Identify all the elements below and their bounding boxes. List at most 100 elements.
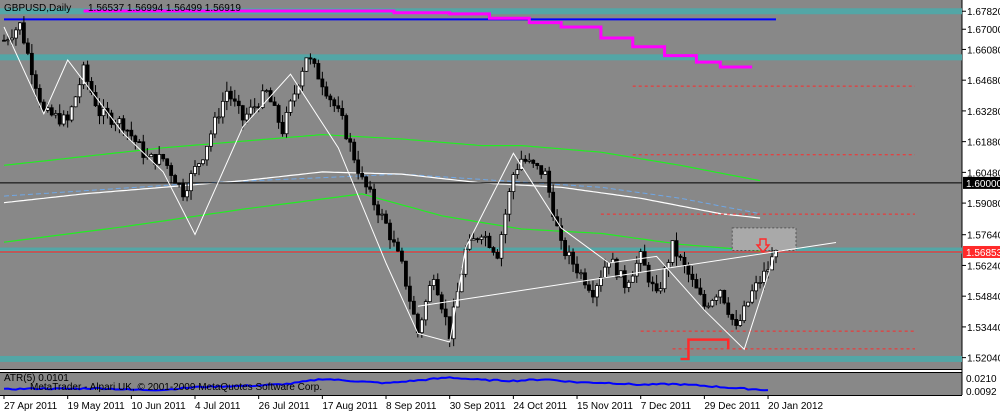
candle-body bbox=[232, 98, 237, 102]
teal-band-2 bbox=[0, 247, 962, 254]
candle-body bbox=[571, 251, 575, 265]
candle-body bbox=[746, 301, 751, 307]
candle-body bbox=[240, 105, 245, 121]
candle-body bbox=[304, 57, 309, 72]
candle-body bbox=[49, 107, 54, 116]
candle-body bbox=[483, 235, 488, 238]
candle-body bbox=[714, 296, 719, 301]
candle-body bbox=[224, 90, 229, 102]
candle-body bbox=[161, 154, 166, 160]
candle-body bbox=[149, 154, 154, 158]
candle-body bbox=[706, 305, 711, 308]
date-tick-label: 10 Jun 2011 bbox=[131, 401, 186, 412]
candle-body bbox=[33, 74, 38, 89]
candle-body bbox=[137, 141, 142, 144]
price-chart[interactable]: 1.67820 1.67000 1.66080 1.64680 1.63280 1.618… bbox=[0, 0, 1000, 412]
candle-body bbox=[364, 176, 369, 188]
candle-body bbox=[439, 294, 444, 310]
candle bbox=[344, 113, 349, 141]
price-tick-label: 1.66080 bbox=[967, 45, 1000, 56]
candle-body bbox=[718, 289, 723, 298]
date-tick-label: 17 Aug 2011 bbox=[322, 401, 378, 412]
candle-body bbox=[622, 270, 627, 288]
candle-body bbox=[392, 239, 396, 243]
candle-body bbox=[356, 159, 361, 174]
candle-body bbox=[300, 70, 305, 87]
candle-body bbox=[618, 270, 623, 278]
candle-body bbox=[320, 78, 325, 88]
candle-body bbox=[220, 100, 225, 118]
candle-body bbox=[328, 95, 333, 101]
candle-body bbox=[543, 170, 548, 175]
candle-body bbox=[575, 263, 579, 274]
candle-body bbox=[734, 319, 739, 326]
candle-body bbox=[535, 163, 540, 167]
candle-body bbox=[527, 159, 532, 162]
candle-body bbox=[57, 113, 62, 125]
price-tick-label: 1.52040 bbox=[967, 354, 1000, 365]
candle-body bbox=[471, 238, 476, 241]
candle-body bbox=[29, 52, 34, 76]
candle-body bbox=[308, 57, 313, 60]
candle-body bbox=[205, 145, 209, 161]
symbol-label: GBPUSD,Daily bbox=[4, 3, 71, 14]
candle bbox=[304, 57, 309, 72]
candle-body bbox=[563, 240, 567, 257]
candle-body bbox=[503, 213, 508, 235]
candle-body bbox=[41, 101, 46, 111]
candle-body bbox=[539, 165, 544, 175]
candle-body bbox=[85, 64, 90, 82]
candle-body bbox=[427, 285, 432, 303]
candle-body bbox=[65, 114, 70, 121]
chart-header: GBPUSD,Daily 1.56537 1.56994 1.56499 1.5… bbox=[4, 3, 241, 14]
candle-body bbox=[690, 273, 695, 280]
price-tick-label: 1.59080 bbox=[967, 199, 1000, 210]
candle-body bbox=[487, 235, 492, 248]
candle-body bbox=[658, 288, 663, 292]
date-tick-label: 4 Jul 2011 bbox=[195, 401, 241, 412]
price-tick-label: 1.61880 bbox=[967, 138, 1000, 149]
candle-body bbox=[710, 300, 715, 307]
candle-body bbox=[368, 186, 373, 190]
candle-body bbox=[682, 257, 687, 266]
candle-body bbox=[411, 300, 416, 315]
candle-body bbox=[678, 255, 683, 258]
candle-body bbox=[69, 106, 74, 121]
candle-body bbox=[332, 99, 337, 107]
candle-body bbox=[591, 289, 595, 298]
candle-body bbox=[758, 282, 762, 284]
price-tick-label: 1.57640 bbox=[967, 231, 1000, 242]
candle-body bbox=[272, 101, 277, 106]
candle-body bbox=[730, 314, 735, 320]
candle-body bbox=[129, 129, 134, 137]
candle-body bbox=[280, 121, 285, 135]
candle-body bbox=[698, 287, 703, 295]
candle-body bbox=[423, 301, 428, 321]
candle-body bbox=[523, 158, 528, 162]
date-tick-label: 8 Sep 2011 bbox=[386, 401, 437, 412]
current-price-label: 1.56853 bbox=[966, 248, 1000, 259]
candle bbox=[746, 301, 751, 308]
price-tick-label: 1.67000 bbox=[967, 25, 1000, 36]
candle-body bbox=[209, 133, 213, 147]
chart-window: 1.67820 1.67000 1.66080 1.64680 1.63280 1.618… bbox=[0, 0, 1000, 412]
candle-body bbox=[228, 90, 233, 100]
candle-body bbox=[634, 262, 639, 277]
candle-body bbox=[499, 234, 504, 259]
candle-body bbox=[595, 285, 599, 298]
candle-body bbox=[475, 238, 480, 241]
atr-tick-label: 0.0092 bbox=[966, 387, 997, 398]
date-tick-label: 30 Sep 2011 bbox=[450, 401, 506, 412]
candle-body bbox=[264, 90, 269, 92]
candle-body bbox=[384, 213, 388, 224]
candle-body bbox=[97, 105, 102, 117]
candle-body bbox=[396, 241, 400, 252]
candle-body bbox=[133, 135, 138, 143]
candle-body bbox=[276, 105, 281, 123]
candle bbox=[722, 289, 727, 305]
candle bbox=[670, 240, 675, 266]
candle-body bbox=[2, 39, 6, 42]
candle-body bbox=[352, 141, 357, 161]
candle-body bbox=[125, 129, 130, 132]
candle-body bbox=[336, 105, 341, 109]
